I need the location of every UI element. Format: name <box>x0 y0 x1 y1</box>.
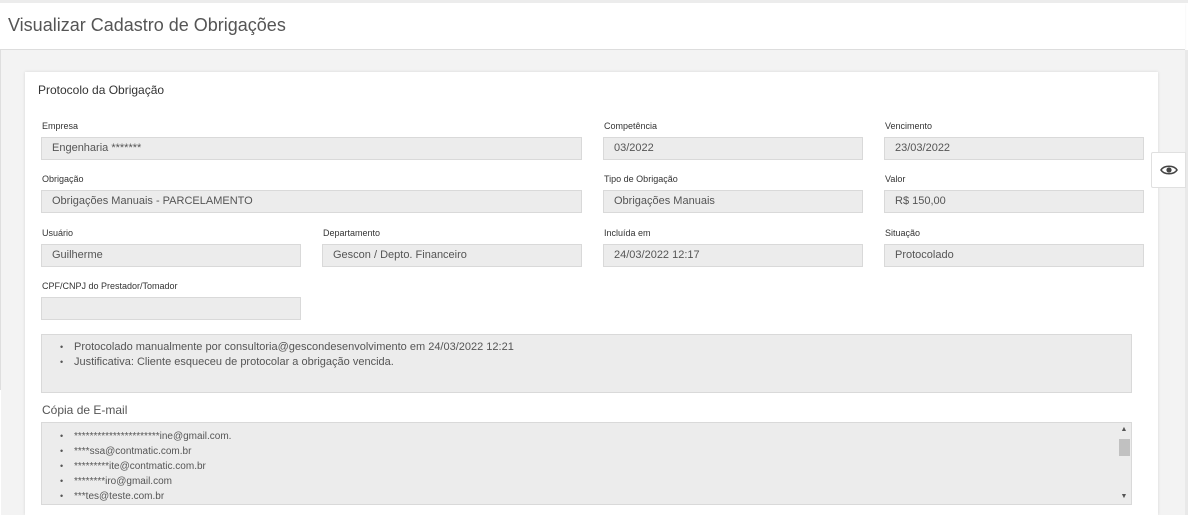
page-header: Visualizar Cadastro de Obrigações <box>0 3 1185 50</box>
usuario-field[interactable]: Guilherme <box>41 244 301 267</box>
cpf-cnpj-label: CPF/CNPJ do Prestador/Tomador <box>42 281 178 291</box>
obrigacao-field[interactable]: Obrigações Manuais - PARCELAMENTO <box>41 190 582 213</box>
email-copy-title: Cópia de E-mail <box>42 403 128 417</box>
cpf-cnpj-field[interactable] <box>41 297 301 320</box>
view-toggle-button[interactable] <box>1151 152 1186 188</box>
scroll-down-arrow-icon[interactable]: ▼ <box>1117 490 1131 504</box>
situacao-field[interactable]: Protocolado <box>884 244 1144 267</box>
obrigacao-label: Obrigação <box>42 174 84 184</box>
protocol-card: Protocolo da Obrigação Empresa Engenhari… <box>25 72 1158 515</box>
email-item: *********ite@contmatic.com.br <box>42 459 1131 474</box>
note-item: Protocolado manualmente por consultoria@… <box>42 340 1131 355</box>
departamento-field[interactable]: Gescon / Depto. Financeiro <box>322 244 582 267</box>
eye-icon <box>1160 165 1178 175</box>
email-list-scrollbar[interactable]: ▲ ▼ <box>1117 423 1131 504</box>
situacao-label: Situação <box>885 228 921 238</box>
email-item: ***tes@teste.com.br <box>42 489 1131 504</box>
empresa-field[interactable]: Engenharia ******* <box>41 137 582 160</box>
left-border <box>0 50 1 390</box>
competencia-field[interactable]: 03/2022 <box>603 137 863 160</box>
valor-field[interactable]: R$ 150,00 <box>884 190 1144 213</box>
departamento-label: Departamento <box>323 228 381 238</box>
incluida-em-label: Incluída em <box>604 228 651 238</box>
page-title: Visualizar Cadastro de Obrigações <box>8 15 286 35</box>
vencimento-label: Vencimento <box>885 121 933 131</box>
vencimento-field[interactable]: 23/03/2022 <box>884 137 1144 160</box>
email-item: ********iro@gmail.com <box>42 474 1131 489</box>
tipo-obrigacao-field[interactable]: Obrigações Manuais <box>603 190 863 213</box>
note-item: Justificativa: Cliente esqueceu de proto… <box>42 355 1131 370</box>
email-copy-list[interactable]: **********************ine@gmail.com. ***… <box>41 422 1132 505</box>
email-item: **********************ine@gmail.com. <box>42 429 1131 444</box>
competencia-label: Competência <box>604 121 658 131</box>
card-title: Protocolo da Obrigação <box>38 83 165 97</box>
valor-label: Valor <box>885 174 906 184</box>
scroll-up-arrow-icon[interactable]: ▲ <box>1117 423 1131 437</box>
scroll-thumb[interactable] <box>1119 439 1130 456</box>
email-item: ****ssa@contmatic.com.br <box>42 444 1131 459</box>
notes-box: Protocolado manualmente por consultoria@… <box>41 334 1132 393</box>
usuario-label: Usuário <box>42 228 74 238</box>
incluida-em-field[interactable]: 24/03/2022 12:17 <box>603 244 863 267</box>
empresa-label: Empresa <box>42 121 79 131</box>
tipo-obrigacao-label: Tipo de Obrigação <box>604 174 678 184</box>
